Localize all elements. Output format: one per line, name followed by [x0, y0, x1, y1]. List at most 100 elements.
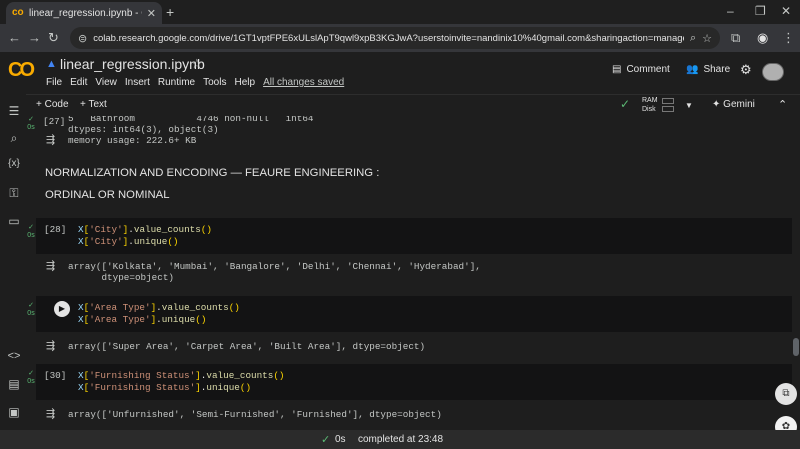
left-sidebar: ☰ ⌕ {x} ⚿ ▭ <> ▤ ▣: [0, 94, 26, 430]
comment-button[interactable]: ▤ Comment: [612, 64, 670, 75]
bookmark-star-icon[interactable]: ☆: [702, 32, 712, 45]
code-line: X['Area Type'].unique(): [78, 314, 207, 325]
collapse-chevron-icon[interactable]: ⌃: [778, 98, 787, 111]
output-actions-icon[interactable]: ⇶: [46, 259, 60, 272]
runtime-dropdown-icon[interactable]: ▼: [685, 101, 693, 110]
menu-insert[interactable]: Insert: [125, 77, 150, 88]
table-of-contents-icon[interactable]: ☰: [6, 104, 22, 118]
share-people-icon: 👥: [686, 64, 699, 75]
cell-29-status: ✓ 0s: [27, 302, 35, 317]
gemini-sparkle-icon: ✦: [712, 99, 721, 110]
terminal-icon[interactable]: ▣: [6, 405, 22, 419]
code-line: X['City'].value_counts(): [78, 224, 212, 235]
markdown-heading: NORMALIZATION AND ENCODING — FEAURE ENGI…: [45, 167, 380, 179]
cell-27-output-line: memory usage: 222.6+ KB: [68, 135, 197, 146]
back-icon[interactable]: ←: [8, 30, 21, 45]
menu-tools[interactable]: Tools: [203, 77, 226, 88]
code-cell-29[interactable]: ▶ X['Area Type'].value_counts() X['Area …: [36, 296, 792, 332]
disk-label: Disk: [642, 106, 656, 113]
notebook-scrollbar[interactable]: [792, 116, 800, 430]
notebook-toolbar: + Code + Text ✓ RAM Disk ▼ ✦ Gemini ⌃: [0, 94, 800, 116]
variables-icon[interactable]: {x}: [6, 158, 22, 169]
close-tab-icon[interactable]: ✕: [147, 7, 156, 20]
output-actions-icon[interactable]: ⇶: [46, 133, 60, 146]
restore-icon[interactable]: ❐: [755, 4, 766, 18]
status-check-icon: ✓: [321, 434, 331, 446]
star-icon[interactable]: ☆: [191, 56, 203, 72]
new-tab-icon[interactable]: +: [166, 4, 174, 20]
translate-float-icon[interactable]: ⧉: [775, 383, 797, 405]
zoom-icon[interactable]: ⌕: [690, 32, 696, 45]
output-actions-icon[interactable]: ⇶: [46, 407, 60, 420]
site-info-icon[interactable]: ⊜: [78, 32, 87, 45]
files-folder-icon[interactable]: ▭: [6, 214, 22, 228]
status-bar: ✓ 0s completed at 23:48: [0, 430, 800, 449]
output-actions-icon[interactable]: ⇶: [46, 339, 60, 352]
comment-icon: ▤: [612, 64, 622, 75]
cell-30-number: [30]: [44, 370, 67, 381]
cell-27-number: [27]: [43, 116, 66, 127]
connected-check-icon: ✓: [620, 97, 631, 111]
status-completed[interactable]: completed at 23:48: [358, 434, 443, 445]
markdown-subheading: ORDINAL OR NOMINAL: [45, 189, 170, 201]
save-status[interactable]: All changes saved: [263, 77, 344, 88]
drive-icon: ▲: [46, 58, 57, 70]
code-cell-28[interactable]: [28] X['City'].value_counts() X['City'].…: [36, 218, 792, 254]
reload-icon[interactable]: ↻: [48, 30, 59, 46]
notebook-title[interactable]: linear_regression.ipynb: [60, 56, 205, 72]
add-code-button[interactable]: + Code: [36, 99, 69, 110]
settings-gear-icon[interactable]: ⚙: [740, 62, 752, 78]
gemini-button[interactable]: ✦ Gemini: [712, 99, 755, 110]
disk-meter: [662, 106, 674, 112]
colab-header: CO ▲ linear_regression.ipynb ☆ File Edit…: [0, 52, 800, 94]
scrollbar-thumb[interactable]: [793, 338, 799, 356]
ram-meter: [662, 98, 674, 104]
cell-30-output: array(['Unfurnished', 'Semi-Furnished', …: [68, 409, 442, 420]
command-palette-icon[interactable]: ▤: [6, 377, 22, 391]
share-button[interactable]: 👥 Share: [686, 64, 730, 75]
cell-27-status: ✓ 0s: [27, 116, 35, 131]
cell-28-output: dtype=object): [68, 272, 175, 283]
colab-logo[interactable]: CO: [8, 59, 38, 81]
address-bar[interactable]: ⊜ colab.research.google.com/drive/1GT1vp…: [70, 27, 720, 49]
colab-window: co linear_regression.ipynb - Colab ✕ + –…: [0, 0, 800, 449]
cell-30-status: ✓ 0s: [27, 370, 35, 385]
menu-edit[interactable]: Edit: [70, 77, 87, 88]
code-line: X['Furnishing Status'].value_counts(): [78, 370, 285, 381]
browser-menu-icon[interactable]: ⋮: [782, 30, 795, 46]
menu-help[interactable]: Help: [234, 77, 255, 88]
cell-29-output: array(['Super Area', 'Carpet Area', 'Bui…: [68, 341, 426, 352]
user-avatar[interactable]: [762, 63, 784, 81]
share-label: Share: [703, 64, 731, 75]
tab-title: linear_regression.ipynb - Colab: [29, 7, 142, 19]
code-snippets-icon[interactable]: <>: [6, 350, 22, 362]
gemini-label: Gemini: [723, 99, 755, 110]
close-window-icon[interactable]: ✕: [781, 4, 791, 18]
menu-runtime[interactable]: Runtime: [158, 77, 195, 88]
colab-favicon-icon: co: [12, 7, 24, 18]
extensions-icon[interactable]: ⧉: [731, 30, 740, 46]
code-cell-30[interactable]: [30] X['Furnishing Status'].value_counts…: [36, 364, 792, 400]
browser-tab-strip: co linear_regression.ipynb - Colab ✕ + –…: [0, 0, 800, 24]
ram-disk-indicator[interactable]: RAM Disk: [642, 96, 658, 114]
minimize-icon[interactable]: –: [727, 4, 734, 18]
cell-28-status: ✓ 0s: [27, 224, 35, 239]
menu-bar: File Edit View Insert Runtime Tools Help…: [46, 77, 352, 88]
add-text-button[interactable]: + Text: [80, 99, 107, 110]
ram-label: RAM: [642, 97, 658, 104]
url-text: colab.research.google.com/drive/1GT1vptF…: [93, 32, 684, 44]
search-icon[interactable]: ⌕: [6, 131, 22, 146]
secrets-key-icon[interactable]: ⚿: [6, 186, 22, 201]
browser-toolbar: ← → ↻ ⊜ colab.research.google.com/drive/…: [0, 24, 800, 52]
browser-tab[interactable]: co linear_regression.ipynb - Colab ✕: [6, 2, 162, 24]
forward-icon[interactable]: →: [28, 30, 41, 45]
cell-28-output: array(['Kolkata', 'Mumbai', 'Bangalore',…: [68, 261, 481, 272]
profile-icon[interactable]: ◉: [757, 30, 768, 46]
menu-file[interactable]: File: [46, 77, 62, 88]
run-cell-play-icon[interactable]: ▶: [54, 301, 70, 317]
menu-view[interactable]: View: [95, 77, 117, 88]
cell-27-output-line: dtypes: int64(3), object(3): [68, 124, 219, 135]
notebook-content[interactable]: ✓ 0s [27] 5 Bathroom 4746 non-null int64 …: [26, 116, 792, 430]
code-line: X['Furnishing Status'].unique(): [78, 382, 252, 393]
cell-28-number: [28]: [44, 224, 67, 235]
